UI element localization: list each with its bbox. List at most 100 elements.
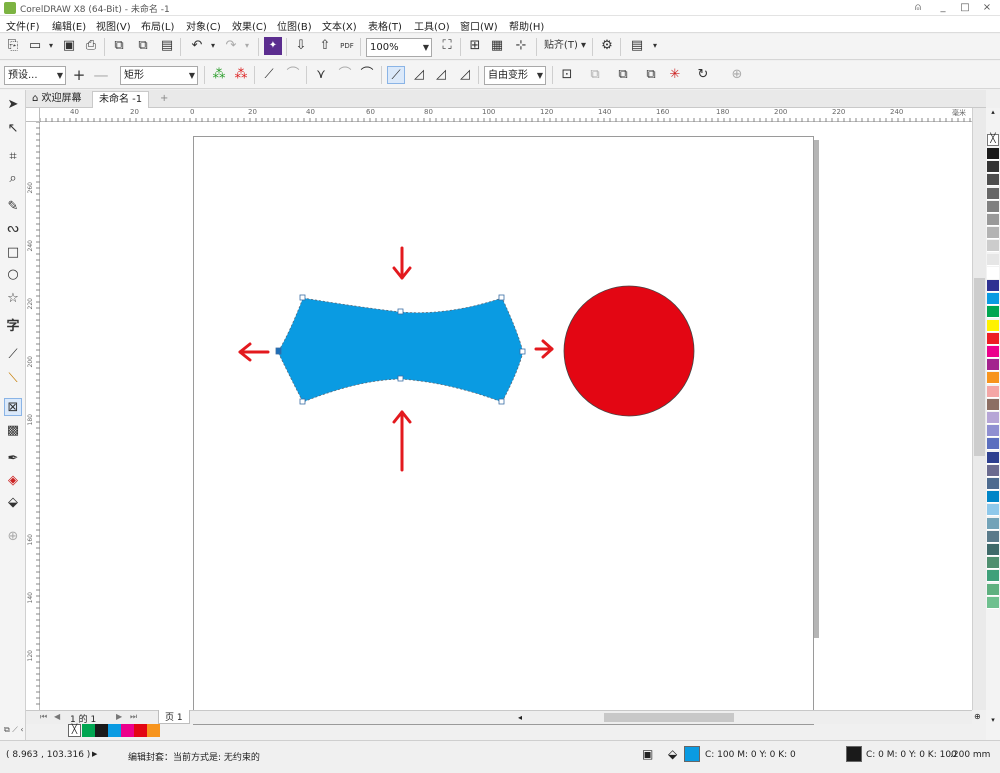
connector-tool-icon[interactable]: ⟍: [4, 370, 22, 388]
add-new-envelope-icon[interactable]: ⧉: [586, 66, 604, 84]
palette-swatch[interactable]: [987, 451, 999, 464]
palette-swatch[interactable]: [987, 306, 999, 319]
palette-swatch[interactable]: [987, 583, 999, 596]
prev-page-icon[interactable]: ◀: [54, 712, 60, 721]
add-preset-icon[interactable]: +: [70, 66, 88, 84]
palette-swatch[interactable]: [987, 478, 999, 490]
preset-combo[interactable]: 预设... ▼: [4, 66, 66, 85]
vertical-scrollbar[interactable]: [972, 108, 986, 710]
transparency-tool-icon[interactable]: ▩: [4, 422, 22, 440]
vertical-ruler[interactable]: 260 240 220 200 180 160 140 120: [26, 122, 40, 710]
undo-dropdown-icon[interactable]: ▾: [204, 37, 222, 55]
text-tool-icon[interactable]: 字: [4, 318, 22, 336]
options-gear-icon[interactable]: ⚙: [598, 37, 616, 55]
single-arc-mode-icon[interactable]: ◿: [410, 66, 428, 84]
palette-swatch[interactable]: [987, 504, 999, 517]
convert-to-line-icon[interactable]: ⟋: [260, 66, 278, 84]
palette-swatch[interactable]: [987, 187, 999, 200]
palette-swatch[interactable]: [987, 293, 999, 306]
export-icon[interactable]: ⇧: [316, 37, 334, 55]
save-icon[interactable]: ▣: [60, 37, 78, 55]
palette-scroll-up-icon[interactable]: ▴: [987, 108, 999, 118]
interactive-fill-icon[interactable]: ◈: [4, 472, 22, 490]
palette-swatch[interactable]: [987, 385, 999, 398]
doc-palette-swatch[interactable]: [82, 724, 95, 737]
zoom-tool-icon[interactable]: ⌕: [4, 170, 22, 188]
fill-color-indicator[interactable]: [684, 746, 700, 762]
menu-tools[interactable]: 工具(O): [414, 18, 450, 33]
horizontal-ruler[interactable]: 40 20 0 20 40 60 80 100 120 140 160 180 …: [40, 108, 986, 122]
palette-swatch[interactable]: [987, 161, 999, 174]
menu-effects[interactable]: 效果(C): [232, 18, 267, 33]
tab-untitled-1[interactable]: 未命名 -1: [92, 91, 150, 108]
menu-text[interactable]: 文本(X): [322, 18, 357, 33]
crop-tool-icon[interactable]: ⌗: [4, 148, 22, 166]
menu-object[interactable]: 对象(C): [186, 18, 221, 33]
first-page-icon[interactable]: ⏮: [40, 712, 47, 722]
palette-swatch[interactable]: [987, 491, 999, 504]
user-icon[interactable]: ⍝: [905, 0, 931, 16]
quick-customize-icon[interactable]: ↻: [694, 66, 712, 84]
zoom-navigator-icon[interactable]: ⊕: [974, 712, 981, 721]
pick-tool-icon[interactable]: ➤: [4, 96, 22, 114]
palette-swatch[interactable]: [987, 517, 999, 530]
palette-swatch[interactable]: [987, 557, 999, 570]
add-nodes-icon[interactable]: ⁂: [210, 66, 228, 84]
palette-swatch[interactable]: [987, 214, 999, 226]
palette-swatch[interactable]: [987, 174, 999, 187]
palette-swatch[interactable]: [987, 438, 999, 451]
palette-swatch[interactable]: [987, 240, 999, 253]
unconstrained-mode-icon[interactable]: ◿: [456, 66, 474, 84]
launcher-dropdown-icon[interactable]: ▾: [646, 37, 664, 55]
new-tab-button[interactable]: +: [154, 91, 174, 108]
polygon-tool-icon[interactable]: ☆: [4, 290, 22, 308]
full-screen-icon[interactable]: ⛶: [438, 37, 456, 55]
convert-to-curve-icon[interactable]: ⌒: [284, 66, 302, 84]
ruler-origin[interactable]: [26, 108, 40, 122]
outline-color-indicator[interactable]: [846, 746, 862, 762]
doc-palette-swatch[interactable]: [134, 724, 147, 737]
show-grid-icon[interactable]: ▦: [488, 37, 506, 55]
hscroll-left-icon[interactable]: ◂: [518, 713, 522, 722]
drawing-canvas[interactable]: [40, 122, 986, 725]
tab-welcome[interactable]: ⌂ 欢迎屏幕: [26, 91, 88, 108]
show-rulers-icon[interactable]: ⊞: [466, 37, 484, 55]
palette-swatch[interactable]: [987, 253, 999, 266]
menu-view[interactable]: 视图(V): [96, 18, 131, 33]
next-page-icon[interactable]: ▶: [116, 712, 122, 721]
double-arc-mode-icon[interactable]: ◿: [432, 66, 450, 84]
horizontal-scroll-thumb[interactable]: [604, 713, 734, 722]
rectangle-tool-icon[interactable]: □: [4, 244, 22, 262]
open-dropdown-icon[interactable]: ▾: [42, 37, 60, 55]
search-content-icon[interactable]: ✦: [264, 37, 282, 55]
palette-swatch[interactable]: [987, 596, 999, 609]
palette-swatch[interactable]: [987, 280, 999, 292]
symmetrical-node-icon[interactable]: ⌒: [358, 66, 376, 84]
straight-line-mode-icon[interactable]: ⟋: [387, 66, 405, 84]
create-envelope-from-icon[interactable]: ⧉: [614, 66, 632, 84]
palette-swatch[interactable]: [987, 372, 999, 385]
palette-swatch[interactable]: [987, 319, 999, 332]
color-eyedropper-icon[interactable]: ✒: [4, 450, 22, 468]
doc-no-color-swatch[interactable]: ╳: [68, 724, 81, 737]
delete-nodes-icon[interactable]: ⁂: [232, 66, 250, 84]
doc-palette-swatch[interactable]: [95, 724, 108, 737]
doc-palette-options-icon[interactable]: ⧉ ⟋ ‹: [4, 725, 24, 735]
clear-envelope-icon[interactable]: ✳: [666, 66, 684, 84]
print-icon[interactable]: ⎙: [82, 37, 100, 55]
palette-swatch[interactable]: [987, 570, 999, 583]
menu-table[interactable]: 表格(T): [368, 18, 402, 33]
palette-swatch[interactable]: [987, 544, 999, 556]
copy-icon[interactable]: ⧉: [134, 37, 152, 55]
import-icon[interactable]: ⇩: [292, 37, 310, 55]
cut-icon[interactable]: ⧉: [110, 37, 128, 55]
publish-pdf-icon[interactable]: PDF: [338, 37, 356, 55]
keep-lines-icon[interactable]: ⊡: [558, 66, 576, 84]
envelope-shape-combo[interactable]: 矩形 ▼: [120, 66, 198, 85]
menu-layout[interactable]: 布局(L): [141, 18, 174, 33]
envelope-tool-icon[interactable]: ⊠: [4, 398, 22, 416]
zoom-level-combo[interactable]: 100% ▼: [366, 38, 432, 57]
doc-palette-swatch[interactable]: [108, 724, 121, 737]
palette-swatch[interactable]: [987, 359, 999, 372]
menu-window[interactable]: 窗口(W): [460, 18, 498, 33]
